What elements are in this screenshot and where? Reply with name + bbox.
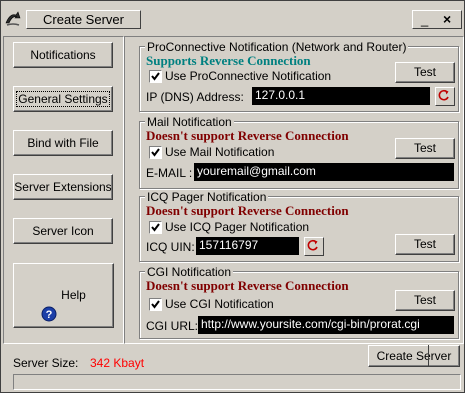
icq-checkbox[interactable] (149, 221, 162, 234)
server-size-label: Server Size: (13, 356, 79, 370)
cgi-checkbox-label[interactable]: Use CGI Notification (165, 297, 274, 311)
window-controls: _ × (412, 10, 462, 29)
server-extensions-button[interactable]: Server Extensions (13, 174, 113, 200)
proconnective-checkbox-label[interactable]: Use ProConnective Notification (165, 69, 331, 83)
cgi-checkbox[interactable] (149, 298, 162, 311)
svg-text:?: ? (46, 309, 53, 321)
minimize-button[interactable]: _ (421, 12, 428, 27)
help-button[interactable]: ? Help (13, 263, 114, 328)
progress-bar (13, 374, 461, 390)
cgi-url-input[interactable]: http://www.yoursite.com/cgi-bin/prorat.c… (198, 316, 454, 334)
icq-uin-input[interactable]: 157116797 (196, 237, 299, 255)
icq-refresh-button[interactable] (304, 237, 324, 256)
cgi-url-label: CGI URL: (146, 319, 199, 333)
create-server-button[interactable]: Create Server (368, 345, 460, 367)
proconnective-checkbox[interactable] (149, 70, 162, 83)
server-size-value: 342 Kbayt (90, 356, 145, 370)
ip-address-input[interactable]: 127.0.0.1 (252, 87, 430, 105)
mail-title: Mail Notification (145, 115, 234, 129)
icq-test-button[interactable]: Test (395, 234, 455, 255)
refresh-icon (307, 239, 318, 251)
icq-status: Doesn't support Reverse Connection (146, 203, 349, 218)
icq-title: ICQ Pager Notification (145, 190, 269, 204)
mail-status: Doesn't support Reverse Connection (146, 128, 349, 143)
create-server-window: Create Server _ × Notifications General … (0, 0, 465, 393)
general-settings-button[interactable]: General Settings (13, 86, 113, 112)
help-icon: ? (41, 287, 57, 322)
button-divider (428, 345, 429, 367)
mail-checkbox-label[interactable]: Use Mail Notification (165, 145, 274, 159)
title-bar[interactable]: Create Server _ × (1, 1, 464, 39)
server-icon-button[interactable]: Server Icon (13, 218, 113, 244)
app-icon (4, 9, 24, 29)
icq-checkbox-label[interactable]: Use ICQ Pager Notification (165, 220, 309, 234)
cgi-test-button[interactable]: Test (395, 290, 455, 311)
email-input[interactable]: youremail@gmail.com (194, 163, 454, 181)
bind-with-file-button[interactable]: Bind with File (13, 130, 113, 156)
help-label: Help (61, 288, 86, 302)
proconnective-test-button[interactable]: Test (395, 62, 455, 83)
proconnective-status: Supports Reverse Connection (146, 53, 311, 68)
cgi-status: Doesn't support Reverse Connection (146, 278, 349, 293)
cgi-title: CGI Notification (145, 265, 234, 279)
proconnective-title: ProConnective Notification (Network and … (145, 40, 409, 54)
notifications-button[interactable]: Notifications (13, 42, 113, 68)
ip-refresh-button[interactable] (435, 87, 455, 106)
mail-test-button[interactable]: Test (395, 138, 455, 159)
window-title: Create Server (26, 10, 141, 29)
close-button[interactable]: × (443, 11, 451, 27)
mail-checkbox[interactable] (149, 146, 162, 159)
ip-address-label: IP (DNS) Address: (146, 90, 244, 104)
icq-uin-label: ICQ UIN: (146, 240, 195, 254)
email-label: E-MAIL : (146, 166, 193, 180)
general-settings-label: General Settings (16, 91, 110, 107)
refresh-icon (438, 89, 449, 101)
